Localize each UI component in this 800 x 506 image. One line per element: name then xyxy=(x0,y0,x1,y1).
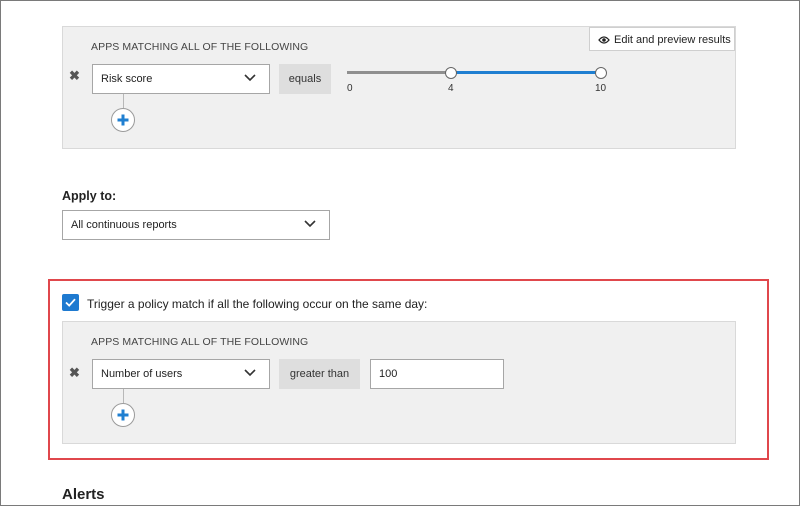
alerts-heading: Alerts xyxy=(62,486,105,503)
chevron-down-icon xyxy=(244,74,256,82)
slider-selected-range xyxy=(451,71,601,74)
apply-to-select[interactable]: All continuous reports xyxy=(62,210,330,240)
panel-title: APPS MATCHING ALL OF THE FOLLOWING xyxy=(91,41,309,53)
add-condition-button[interactable] xyxy=(111,403,135,427)
slider-thumb-low[interactable] xyxy=(445,67,457,79)
checkmark-icon xyxy=(65,298,76,307)
connector-line xyxy=(123,389,124,403)
operator-greater-than: greater than xyxy=(279,359,360,389)
trigger-checkbox[interactable] xyxy=(62,294,79,311)
add-condition-button[interactable] xyxy=(111,108,135,132)
slider-max-label: 10 xyxy=(595,83,607,94)
apply-to-label: Apply to: xyxy=(62,189,117,203)
trigger-label: Trigger a policy match if all the follow… xyxy=(87,297,428,311)
edit-preview-label: Edit and preview results xyxy=(614,34,731,46)
plus-icon xyxy=(117,409,129,421)
chevron-down-icon xyxy=(304,220,316,228)
threshold-input[interactable] xyxy=(370,359,504,389)
field-select-value: Risk score xyxy=(101,73,153,85)
field-select-value: Number of users xyxy=(101,368,183,380)
remove-condition-icon[interactable]: ✖ xyxy=(69,68,80,84)
field-select-number-of-users[interactable]: Number of users xyxy=(92,359,270,389)
apply-to-value: All continuous reports xyxy=(71,219,177,231)
remove-condition-icon[interactable]: ✖ xyxy=(69,365,80,381)
trigger-filter-panel: APPS MATCHING ALL OF THE FOLLOWING ✖ Num… xyxy=(62,321,736,444)
risk-filter-panel: APPS MATCHING ALL OF THE FOLLOWING Edit … xyxy=(62,26,736,149)
eye-icon xyxy=(598,36,610,44)
slider-min-label: 0 xyxy=(347,83,353,94)
chevron-down-icon xyxy=(244,369,256,377)
slider-track xyxy=(347,71,451,74)
operator-equals: equals xyxy=(279,64,331,94)
field-select-risk-score[interactable]: Risk score xyxy=(92,64,270,94)
plus-icon xyxy=(117,114,129,126)
connector-line xyxy=(123,94,124,108)
slider-thumb-high[interactable] xyxy=(595,67,607,79)
edit-preview-results-button[interactable]: Edit and preview results xyxy=(589,27,735,51)
panel-title: APPS MATCHING ALL OF THE FOLLOWING xyxy=(91,336,309,348)
slider-mid-label: 4 xyxy=(448,83,454,94)
